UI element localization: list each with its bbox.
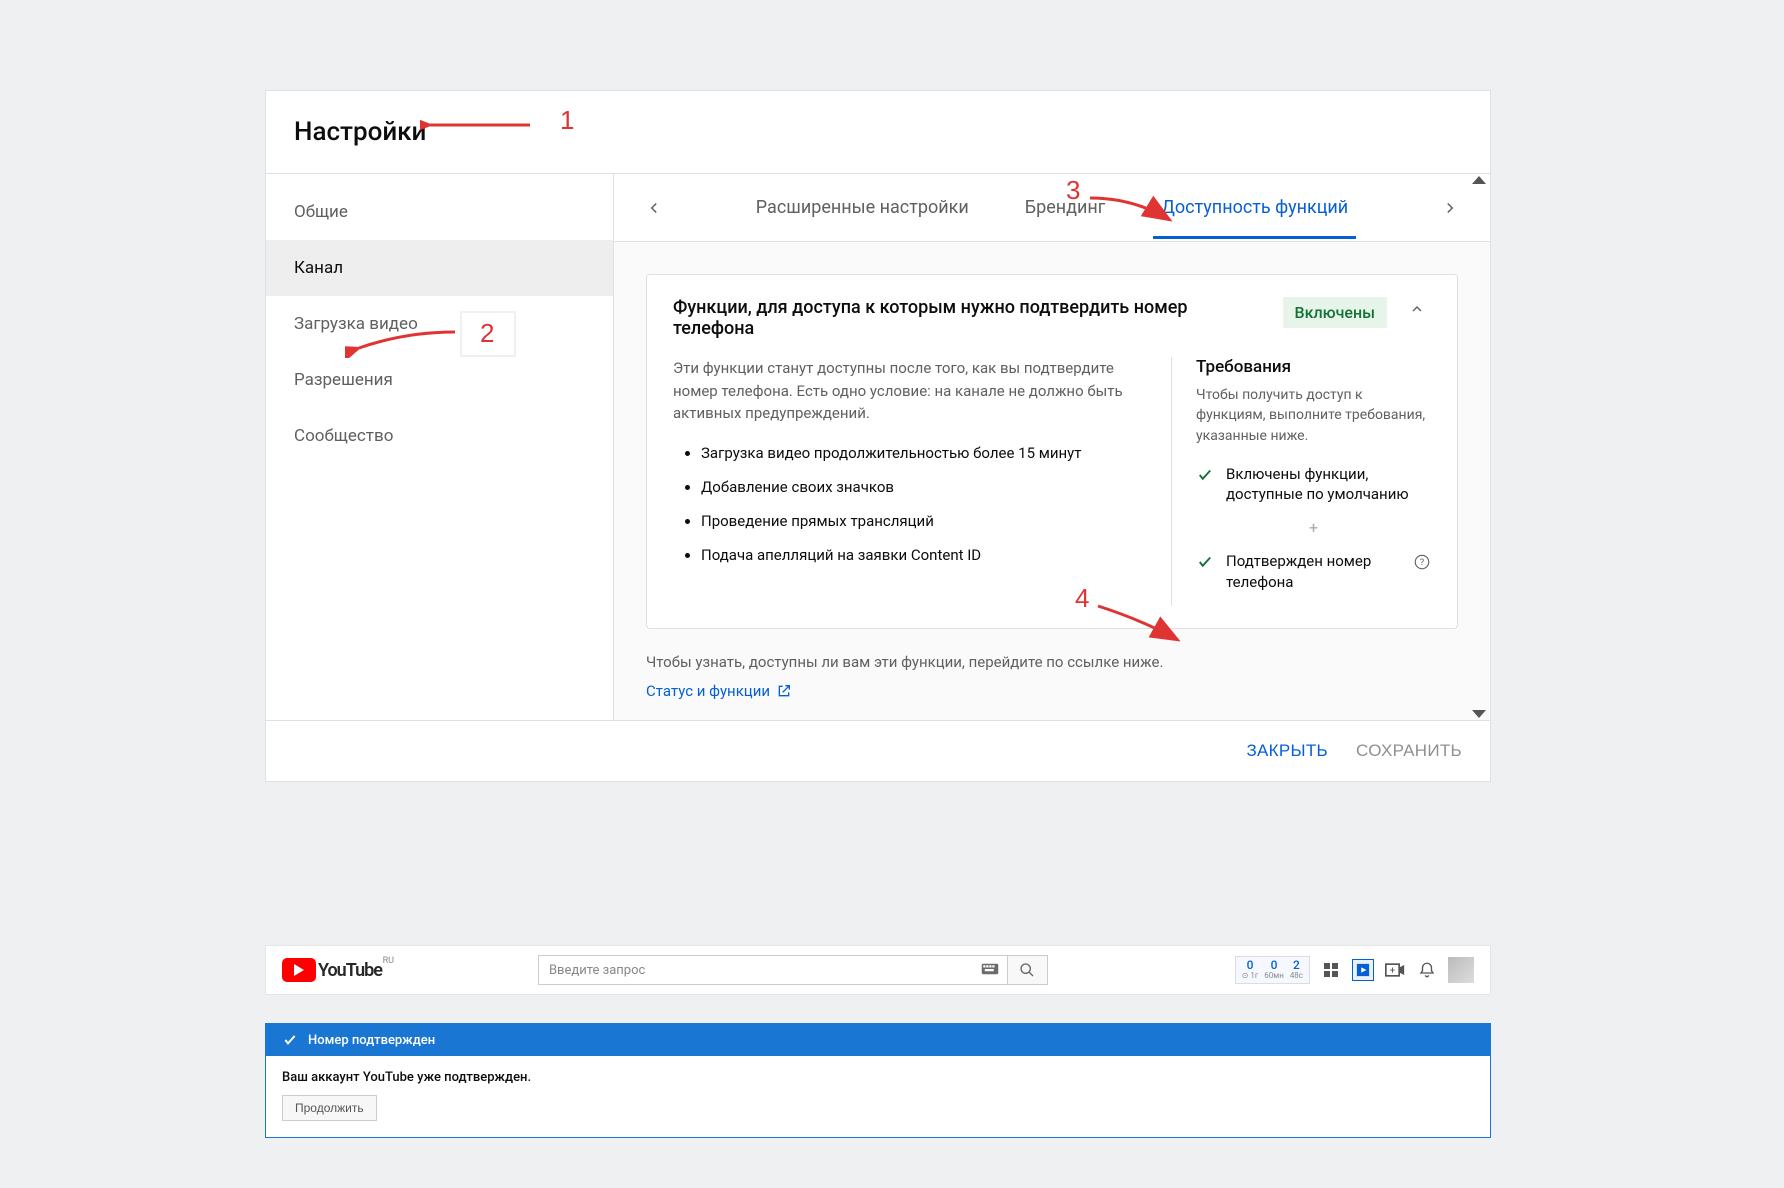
youtube-header: YouTube RU Введите запрос 0⊙ 1г 060мн 24… — [265, 945, 1491, 995]
status-features-link[interactable]: Статус и функции — [646, 682, 792, 700]
avatar[interactable] — [1448, 957, 1474, 983]
feature-bullet: Загрузка видео продолжительностью более … — [701, 443, 1131, 463]
svg-text:?: ? — [1420, 558, 1424, 568]
sidebar-item-label: Сообщество — [294, 426, 393, 446]
confirmation-card: Номер подтвержден Ваш аккаунт YouTube уж… — [265, 1023, 1491, 1138]
annotation-number-3: 3 — [1066, 175, 1080, 206]
sidebar-item-label: Загрузка видео — [294, 314, 418, 334]
annotation-number-1: 1 — [560, 105, 574, 136]
requirement-text: Включены функции, доступные по умолчанию — [1226, 464, 1431, 505]
search-icon — [1019, 962, 1035, 978]
svg-text:+: + — [1390, 965, 1396, 976]
youtube-logo[interactable]: YouTube RU — [282, 958, 382, 982]
search-button[interactable] — [1008, 955, 1048, 985]
scroll-up-icon[interactable] — [1472, 176, 1486, 184]
panel-collapse-button[interactable] — [1403, 297, 1431, 325]
timer-lab: 48с — [1290, 972, 1303, 981]
search-placeholder: Введите запрос — [549, 963, 645, 978]
scroll-down-icon[interactable] — [1472, 710, 1486, 718]
sidebar-item-label: Канал — [294, 258, 343, 278]
annotation-number-2: 2 — [480, 318, 494, 349]
search-input[interactable]: Введите запрос — [538, 955, 1008, 985]
timer-lab: ⊙ 1г — [1242, 972, 1259, 981]
sidebar-item-upload[interactable]: Загрузка видео — [266, 296, 613, 352]
feature-bullets: Загрузка видео продолжительностью более … — [673, 443, 1131, 566]
plus-divider: + — [1196, 518, 1431, 537]
confirmation-banner: Номер подтвержден — [266, 1024, 1490, 1056]
sidebar-item-label: Общие — [294, 202, 348, 222]
settings-dialog: Настройки Общие Канал Загрузка видео Раз… — [265, 90, 1491, 782]
tabs-prev-button[interactable] — [636, 190, 672, 226]
timer-lab: 60мн — [1264, 972, 1284, 981]
requirement-item: Включены функции, доступные по умолчанию — [1196, 464, 1431, 505]
dialog-title: Настройки — [266, 91, 1490, 174]
requirements-title: Требования — [1196, 357, 1431, 377]
sidebar-item-channel[interactable]: Канал — [266, 240, 613, 296]
status-chip-enabled: Включены — [1283, 297, 1387, 328]
annotation-number-4: 4 — [1075, 583, 1089, 614]
chevron-up-icon — [1409, 301, 1425, 317]
external-link-icon — [776, 683, 792, 699]
sidebar-item-label: Разрешения — [294, 370, 393, 390]
sidebar-item-community[interactable]: Сообщество — [266, 408, 613, 464]
settings-sidebar: Общие Канал Загрузка видео Разрешения Со… — [266, 174, 614, 720]
feature-bullet: Подача апелляций на заявки Content ID — [701, 545, 1131, 565]
sidebar-item-general[interactable]: Общие — [266, 184, 613, 240]
panel-title: Функции, для доступа к которым нужно под… — [673, 297, 1267, 339]
sidebar-item-permissions[interactable]: Разрешения — [266, 352, 613, 408]
help-icon[interactable]: ? — [1413, 553, 1431, 575]
upload-icon[interactable]: + — [1384, 959, 1406, 981]
feature-panel: Функции, для доступа к которым нужно под… — [646, 274, 1458, 629]
content-area: Расширенные настройки Брендинг Доступнос… — [614, 174, 1490, 720]
check-icon — [1196, 553, 1214, 575]
youtube-region-label: RU — [383, 956, 394, 966]
close-button[interactable]: ЗАКРЫТЬ — [1246, 741, 1328, 761]
feature-bullet: Проведение прямых трансляций — [701, 511, 1131, 531]
confirmation-banner-title: Номер подтвержден — [308, 1033, 435, 1048]
tab-feature-eligibility[interactable]: Доступность функций — [1157, 177, 1352, 238]
youtube-play-icon — [282, 958, 316, 982]
keyboard-icon[interactable] — [981, 962, 999, 980]
tab-advanced-settings[interactable]: Расширенные настройки — [752, 177, 973, 238]
dialog-footer: ЗАКРЫТЬ СОХРАНИТЬ — [266, 720, 1490, 781]
link-text: Статус и функции — [646, 682, 770, 700]
continue-button[interactable]: Продолжить — [282, 1095, 377, 1121]
check-icon — [282, 1032, 298, 1048]
timer-widget[interactable]: 0⊙ 1г 060мн 248с — [1235, 956, 1310, 984]
requirements-description: Чтобы получить доступ к функциям, выполн… — [1196, 385, 1431, 446]
tabs-next-button[interactable] — [1432, 190, 1468, 226]
apps-icon[interactable] — [1320, 959, 1342, 981]
chevron-left-icon — [645, 199, 663, 217]
save-button[interactable]: СОХРАНИТЬ — [1356, 741, 1462, 761]
feature-bullet: Добавление своих значков — [701, 477, 1131, 497]
tabs-row: Расширенные настройки Брендинг Доступнос… — [614, 174, 1490, 242]
confirmation-body-text: Ваш аккаунт YouTube уже подтвержден. — [282, 1070, 1474, 1085]
grid-icon[interactable] — [1352, 959, 1374, 981]
youtube-wordmark: YouTube — [318, 960, 382, 981]
footnote-text: Чтобы узнать, доступны ли вам эти функци… — [646, 653, 1458, 671]
requirement-text: Подтвержден номер телефона — [1226, 551, 1401, 592]
chevron-right-icon — [1441, 199, 1459, 217]
requirement-item: Подтвержден номер телефона ? — [1196, 551, 1431, 592]
notifications-icon[interactable] — [1416, 959, 1438, 981]
panel-description: Эти функции станут доступны после того, … — [673, 357, 1131, 425]
check-icon — [1196, 466, 1214, 488]
